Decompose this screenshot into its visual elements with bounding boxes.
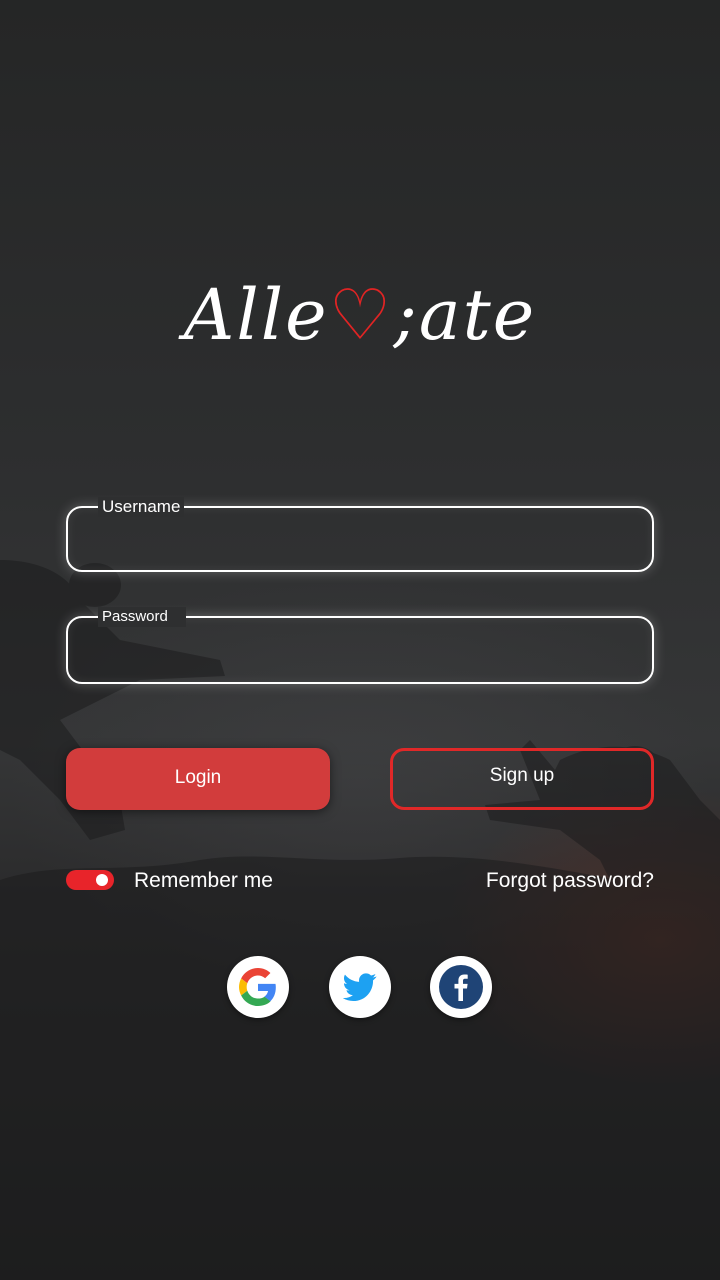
- toggle-knob: [96, 874, 108, 886]
- username-label: Username: [98, 497, 185, 517]
- username-input[interactable]: [82, 522, 638, 560]
- remember-me-toggle[interactable]: [66, 870, 114, 890]
- username-field[interactable]: Username: [66, 497, 654, 572]
- facebook-login-button[interactable]: [430, 956, 492, 1018]
- password-field[interactable]: Password: [66, 607, 654, 684]
- forgot-password-link[interactable]: Forgot password?: [486, 868, 654, 894]
- password-input[interactable]: [82, 632, 638, 672]
- app-logo: Alle♡;ate: [183, 274, 537, 356]
- twitter-login-button[interactable]: [329, 956, 391, 1018]
- heart-icon: ♡: [328, 274, 394, 356]
- google-icon: [239, 968, 276, 1006]
- login-button[interactable]: Login: [66, 748, 330, 810]
- twitter-icon: [343, 973, 377, 1002]
- remember-me-label: Remember me: [134, 869, 273, 892]
- password-label: Password: [98, 607, 186, 627]
- facebook-icon: [439, 965, 483, 1009]
- google-login-button[interactable]: [227, 956, 289, 1018]
- signup-button[interactable]: Sign up: [390, 748, 654, 810]
